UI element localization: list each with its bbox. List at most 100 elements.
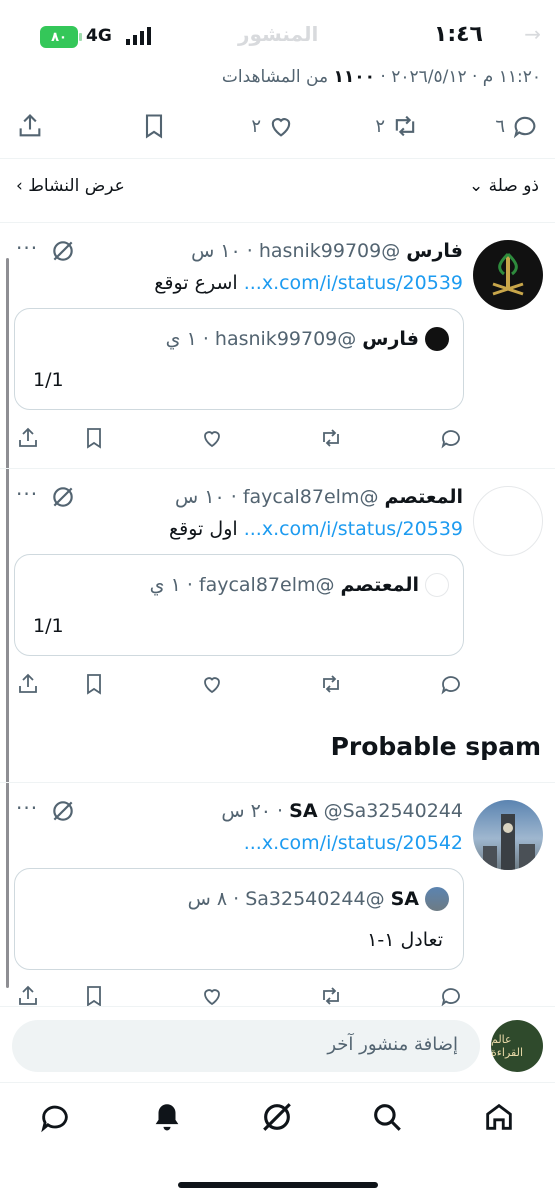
home-indicator[interactable] (178, 1182, 378, 1188)
repost-icon (395, 115, 415, 137)
reply-button[interactable]: ٦ (495, 112, 539, 140)
share-icon (19, 114, 41, 137)
grok-icon[interactable] (260, 1100, 294, 1134)
divider (0, 1006, 555, 1007)
messages-icon[interactable] (38, 1100, 72, 1134)
reply-action-bar (0, 426, 555, 456)
reply-item[interactable]: فارس @hasnik99709 · ١٠ س ··· x.com/i/sta… (0, 222, 555, 468)
quote-text: تعادل ١-١ (367, 929, 443, 951)
status-bar: → المنشور ١:٤٦ ٨٠ 4G (0, 0, 555, 72)
self-avatar[interactable]: عالم القراءة (491, 1020, 543, 1072)
bookmark-icon[interactable] (82, 426, 106, 450)
faded-page-title: المنشور (238, 22, 319, 46)
quote-avatar (425, 573, 449, 597)
reply-item[interactable]: المعتصم @faycal87elm · ١٠ س ··· x.com/i/… (0, 468, 555, 708)
quote-author-handle: @Sa32540244 (245, 888, 385, 910)
avatar[interactable] (473, 240, 543, 310)
back-arrow-icon[interactable]: → (524, 22, 541, 46)
bookmark-icon[interactable] (82, 672, 106, 696)
heart-icon[interactable] (200, 672, 224, 696)
reply-item[interactable]: SA @Sa32540244 · ٢٠ س ··· x.com/i/status… (0, 782, 555, 1012)
quote-header: فارس @hasnik99709 · ١ ي (166, 327, 449, 351)
share-icon[interactable] (16, 426, 40, 450)
reply-header: فارس @hasnik99709 · ١٠ س (191, 240, 463, 262)
status-link[interactable]: x.com/i/status/20539... (244, 518, 463, 540)
reply-icon[interactable] (439, 426, 463, 450)
author-name[interactable]: فارس (406, 240, 463, 262)
reply-icon (513, 116, 536, 139)
quote-avatar (425, 887, 449, 911)
self-avatar-text: عالم القراءة (491, 1033, 524, 1059)
quote-card[interactable]: فارس @hasnik99709 · ١ ي 1/1 (14, 308, 464, 410)
reply-composer: عالم القراءة إضافة منشور آخر (0, 1012, 555, 1082)
reply-action-bar (0, 672, 555, 702)
reply-icon[interactable] (439, 984, 463, 1008)
repost-icon[interactable] (319, 672, 343, 696)
reply-text: x.com/i/status/20539... اول توقع (169, 518, 463, 540)
quote-avatar (425, 327, 449, 351)
reply-header: SA @Sa32540244 · ٢٠ س (221, 800, 463, 822)
heart-icon[interactable] (200, 426, 224, 450)
quote-text: 1/1 (33, 615, 64, 637)
share-icon[interactable] (16, 672, 40, 696)
clock-tower-icon (483, 814, 535, 870)
author-handle[interactable]: @faycal87elm (243, 486, 379, 508)
battery-level: ٨٠ (51, 29, 67, 45)
share-icon[interactable] (16, 984, 40, 1008)
author-name[interactable]: المعتصم (385, 486, 464, 508)
repost-icon[interactable] (319, 984, 343, 1008)
status-link[interactable]: x.com/i/status/20539... (244, 272, 463, 294)
post-meta: ١١:٢٠ م · ٢٠٢٦/٥/١٢ · ١١٠٠ من المشاهدات (221, 67, 541, 87)
share-button[interactable] (16, 112, 44, 140)
bookmark-button[interactable] (140, 112, 168, 140)
avatar[interactable] (473, 800, 543, 870)
more-options-icon[interactable]: ··· (16, 482, 38, 506)
notifications-bell-icon[interactable] (150, 1100, 184, 1134)
heart-icon[interactable] (200, 984, 224, 1008)
chevron-left-icon: ‹ (16, 176, 29, 196)
bottom-tab-bar (0, 1092, 555, 1146)
quote-author-handle: @hasnik99709 (214, 328, 357, 350)
quote-card[interactable]: المعتصم @faycal87elm · ١ ي 1/1 (14, 554, 464, 656)
chevron-down-icon: ⌄ (468, 176, 489, 196)
divider (0, 1082, 555, 1083)
avatar[interactable] (473, 486, 543, 556)
reply-text-content: اسرع توقع (154, 272, 238, 294)
author-handle[interactable]: @hasnik99709 (259, 240, 400, 262)
heart-icon (271, 118, 291, 137)
battery-icon: ٨٠ (40, 26, 82, 48)
reply-time: · ١٠ س (191, 240, 253, 262)
repost-count: ٢ (375, 115, 385, 137)
grok-icon[interactable] (50, 484, 76, 510)
author-name[interactable]: SA (289, 800, 317, 822)
views-count: ١١٠٠ (333, 67, 375, 87)
more-options-icon[interactable]: ··· (16, 796, 38, 820)
quote-header: المعتصم @faycal87elm · ١ ي (150, 573, 449, 597)
post-action-bar: ٦ ٢ ٢ (0, 104, 555, 154)
show-activity-link[interactable]: ‹ عرض النشاط (16, 176, 125, 196)
reply-header: المعتصم @faycal87elm · ١٠ س (175, 486, 463, 508)
grok-icon[interactable] (50, 238, 76, 264)
add-post-input[interactable]: إضافة منشور آخر (12, 1020, 480, 1072)
author-handle[interactable]: @Sa32540244 (324, 800, 463, 822)
status-link[interactable]: x.com/i/status/20542... (244, 832, 463, 854)
quote-time: · ١ ي (149, 574, 193, 596)
repost-icon[interactable] (319, 426, 343, 450)
like-button[interactable]: ٢ (251, 112, 295, 140)
bookmark-icon[interactable] (82, 984, 106, 1008)
section-title: Probable spam (330, 732, 541, 761)
reply-icon[interactable] (439, 672, 463, 696)
grok-icon[interactable] (50, 798, 76, 824)
search-icon[interactable] (370, 1100, 404, 1134)
quote-time: · ٨ س (187, 888, 240, 910)
sort-relevant-dropdown[interactable]: ذو صلة ⌄ (469, 176, 539, 196)
quote-author-name: فارس (362, 328, 419, 350)
repost-button[interactable]: ٢ (375, 112, 419, 140)
like-count: ٢ (251, 115, 261, 137)
more-options-icon[interactable]: ··· (16, 236, 38, 260)
quote-header: SA @Sa32540244 · ٨ س (188, 887, 449, 911)
home-icon[interactable] (482, 1100, 516, 1134)
quote-card[interactable]: SA @Sa32540244 · ٨ س تعادل ١-١ (14, 868, 464, 970)
reply-count: ٦ (495, 115, 505, 137)
network-label: 4G (86, 26, 112, 46)
